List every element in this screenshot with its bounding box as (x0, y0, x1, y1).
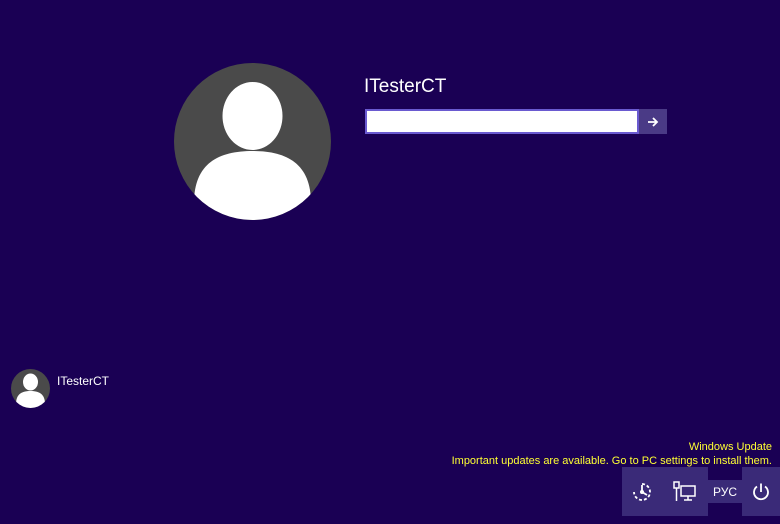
user-tile[interactable]: ITesterCT (11, 369, 109, 408)
user-avatar-icon (11, 369, 50, 408)
network-button[interactable] (662, 467, 708, 516)
ease-of-access-button[interactable] (622, 467, 662, 516)
power-icon (753, 483, 769, 500)
lock-screen: ITesterCT ITesterCT Windows Update Impor… (0, 0, 780, 524)
user-tile-name: ITesterCT (57, 374, 110, 388)
update-notice-message: Important updates are available. Go to P… (451, 455, 772, 467)
power-button[interactable] (742, 467, 780, 516)
password-input[interactable] (365, 109, 639, 134)
update-notice-title: Windows Update (688, 441, 772, 453)
login-username: ITesterCT (364, 76, 447, 97)
submit-button[interactable] (638, 109, 667, 134)
user-avatar-icon (174, 63, 331, 220)
update-notice[interactable]: Windows Update Important updates are ava… (452, 440, 772, 468)
language-button[interactable]: РУС (708, 480, 742, 503)
ease-of-access-icon (633, 482, 651, 501)
password-row (365, 109, 667, 134)
network-icon (673, 480, 696, 501)
arrow-right-icon (647, 116, 659, 127)
